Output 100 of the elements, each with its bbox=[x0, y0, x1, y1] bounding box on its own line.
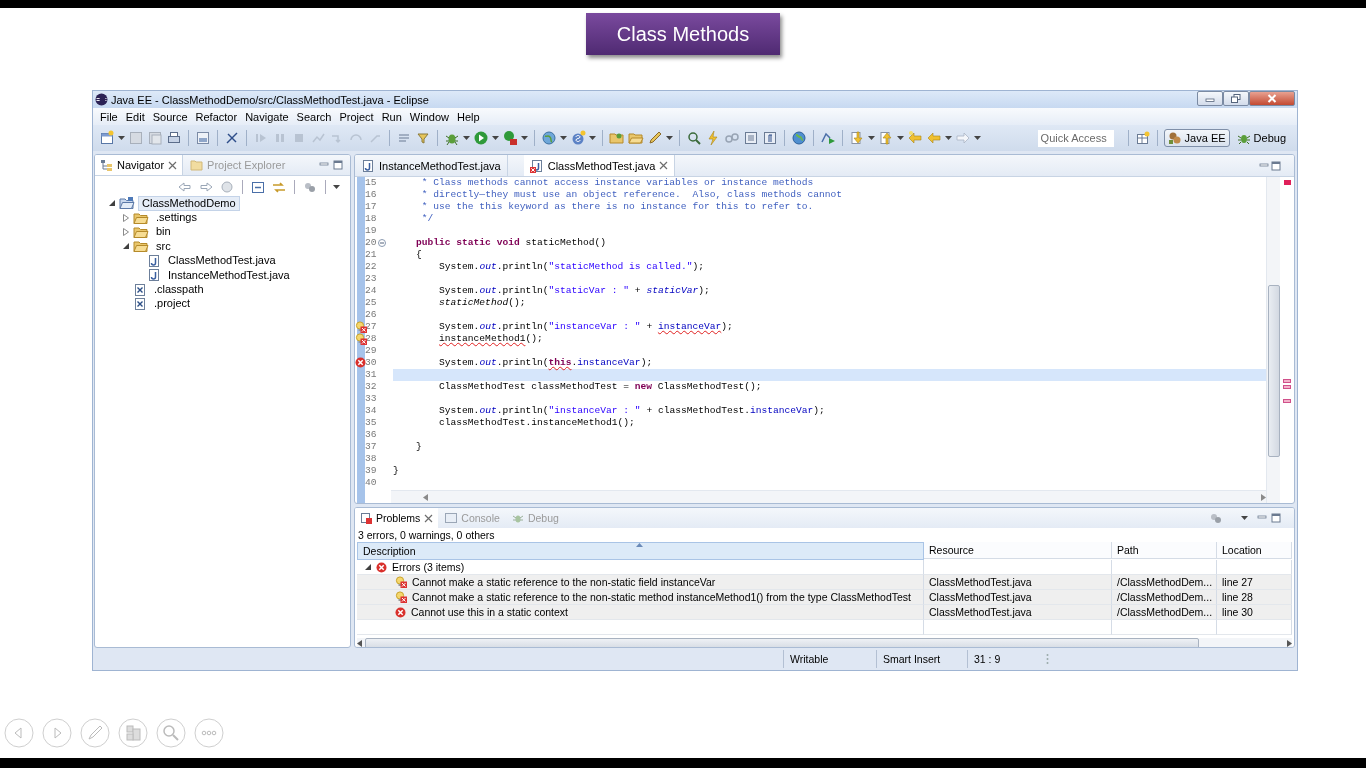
line-number: 29 bbox=[365, 345, 377, 357]
menu-item[interactable]: Edit bbox=[121, 110, 149, 123]
column-header[interactable]: Path bbox=[1112, 542, 1217, 559]
link-editor-icon[interactable] bbox=[271, 180, 287, 194]
menu-item[interactable]: Source bbox=[148, 110, 192, 123]
tree-item[interactable]: .settings bbox=[152, 210, 201, 226]
slides-icon[interactable] bbox=[118, 718, 148, 748]
globe-icon[interactable] bbox=[791, 130, 807, 146]
filter-icon[interactable] bbox=[1209, 512, 1223, 524]
minimize-button[interactable] bbox=[1197, 91, 1223, 106]
caret-icon[interactable] bbox=[945, 136, 952, 140]
beans-icon bbox=[1167, 131, 1182, 145]
editor-tab[interactable]: InstanceMethodTest.java bbox=[355, 155, 508, 176]
menu-item[interactable]: Project bbox=[335, 110, 378, 123]
tree-item[interactable]: bin bbox=[152, 224, 175, 240]
caret-icon[interactable] bbox=[897, 136, 904, 140]
vertical-scrollbar[interactable] bbox=[1266, 177, 1280, 503]
filter-icon[interactable] bbox=[302, 180, 318, 194]
caret-icon[interactable] bbox=[463, 136, 470, 140]
collapsed-triangle-icon[interactable] bbox=[122, 213, 129, 222]
folder-icon[interactable] bbox=[628, 130, 644, 146]
block-icon[interactable] bbox=[743, 130, 759, 146]
maximize-icon[interactable] bbox=[332, 160, 344, 170]
filter-icon[interactable] bbox=[415, 130, 431, 146]
perspective-button[interactable]: Java EE bbox=[1163, 129, 1230, 147]
quick-access-field[interactable]: Quick Access bbox=[1037, 129, 1114, 147]
caret-icon[interactable] bbox=[492, 136, 499, 140]
line-number: 36 bbox=[365, 429, 377, 441]
fold-icon[interactable] bbox=[378, 239, 386, 247]
tree-item[interactable]: .project bbox=[150, 296, 195, 312]
perspective-button[interactable]: Debug bbox=[1232, 129, 1290, 147]
menu-item[interactable]: Refactor bbox=[191, 110, 242, 123]
horizontal-scrollbar[interactable] bbox=[391, 490, 1266, 503]
column-header[interactable]: Resource bbox=[924, 542, 1112, 559]
caret-icon[interactable] bbox=[974, 136, 981, 140]
xml-file-icon bbox=[133, 282, 147, 297]
code-line: } bbox=[393, 465, 400, 477]
search-target-icon[interactable] bbox=[686, 130, 702, 146]
menu-item[interactable]: Search bbox=[292, 110, 336, 123]
new-document-icon[interactable] bbox=[99, 130, 115, 146]
line-number: 40 bbox=[365, 477, 377, 489]
tree-item[interactable]: ClassMethodDemo bbox=[138, 195, 240, 211]
caret-icon[interactable] bbox=[118, 136, 125, 140]
caret-icon[interactable] bbox=[521, 136, 528, 140]
expanded-triangle-icon[interactable] bbox=[108, 200, 115, 207]
run-tool-icon[interactable] bbox=[502, 130, 518, 146]
maximize-icon[interactable] bbox=[1270, 513, 1282, 523]
forward-arrow-icon[interactable] bbox=[198, 180, 214, 194]
sort-caret-icon[interactable] bbox=[636, 543, 643, 547]
view-menu-icon[interactable] bbox=[1241, 516, 1248, 520]
caret-icon[interactable] bbox=[868, 136, 875, 140]
error-marker bbox=[1283, 399, 1291, 403]
more-icon[interactable] bbox=[194, 718, 224, 748]
collapse-all-icon[interactable] bbox=[250, 180, 266, 194]
run-icon[interactable] bbox=[473, 130, 489, 146]
java-file-icon bbox=[147, 253, 161, 268]
pilcrow-icon[interactable] bbox=[762, 130, 778, 146]
open-folder-icon[interactable] bbox=[609, 130, 625, 146]
caret-icon[interactable] bbox=[589, 136, 596, 140]
column-header[interactable]: Description bbox=[357, 542, 924, 560]
maximize-icon[interactable] bbox=[1270, 160, 1282, 171]
tree-item[interactable]: InstanceMethodTest.java bbox=[164, 267, 294, 283]
tree-item[interactable]: src bbox=[152, 238, 175, 254]
error-marker bbox=[1283, 379, 1291, 383]
tree-item[interactable]: ClassMethodTest.java bbox=[164, 253, 280, 269]
restore-button[interactable] bbox=[1223, 91, 1249, 106]
menu-item[interactable]: Navigate bbox=[241, 110, 293, 123]
group-label[interactable]: Errors (3 items) bbox=[392, 561, 465, 573]
menu-item[interactable]: Help bbox=[453, 110, 484, 123]
search-icon[interactable] bbox=[156, 718, 186, 748]
column-header[interactable]: Location bbox=[1217, 542, 1292, 559]
close-icon[interactable] bbox=[424, 513, 434, 523]
binary-icon[interactable] bbox=[195, 130, 211, 146]
menu-item[interactable]: Window bbox=[405, 110, 453, 123]
menu-item[interactable]: Run bbox=[377, 110, 406, 123]
back-arrow-icon[interactable] bbox=[177, 180, 193, 194]
link-icon[interactable] bbox=[724, 130, 740, 146]
close-icon[interactable] bbox=[659, 161, 669, 170]
close-icon[interactable] bbox=[168, 160, 178, 170]
panel-tab[interactable]: Navigator bbox=[95, 155, 184, 175]
panel-tab[interactable]: Problems bbox=[355, 508, 439, 528]
expanded-triangle-icon[interactable] bbox=[365, 564, 371, 570]
folder-icon bbox=[133, 239, 149, 254]
code-line: System.out.println("instanceVar : " + classMethodTest.instanceVar); bbox=[438, 405, 826, 417]
tree-item[interactable]: .classpath bbox=[150, 282, 208, 298]
pen-icon[interactable] bbox=[80, 718, 110, 748]
close-button[interactable] bbox=[1249, 91, 1295, 106]
open-perspective-icon[interactable] bbox=[1134, 130, 1151, 146]
printer-icon[interactable] bbox=[166, 130, 182, 146]
brush-icon[interactable] bbox=[647, 130, 663, 146]
line-number: 20 bbox=[365, 237, 377, 249]
collapsed-triangle-icon[interactable] bbox=[122, 227, 129, 236]
expanded-triangle-icon[interactable] bbox=[122, 243, 129, 250]
editor-tab[interactable]: ClassMethodTest.java bbox=[523, 155, 676, 176]
globe-icon[interactable] bbox=[541, 130, 557, 146]
menu-item[interactable]: File bbox=[96, 110, 122, 123]
caret-icon[interactable] bbox=[560, 136, 567, 140]
caret-icon[interactable] bbox=[666, 136, 673, 140]
view-menu-icon[interactable] bbox=[333, 185, 340, 189]
horizontal-scrollbar[interactable] bbox=[357, 638, 1292, 647]
